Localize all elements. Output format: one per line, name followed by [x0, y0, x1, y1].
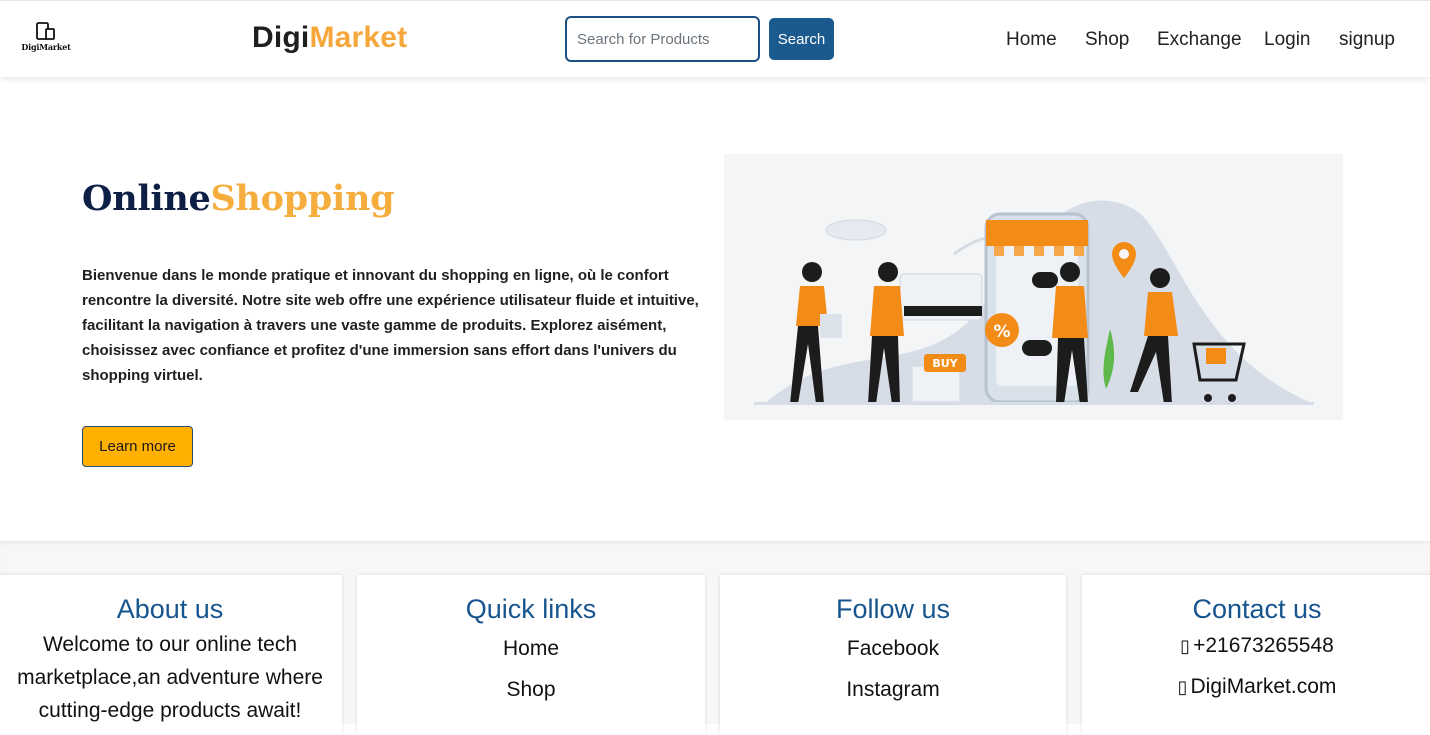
devices-icon — [36, 22, 55, 40]
instagram-link[interactable]: Instagram — [720, 669, 1066, 710]
about-card: About us Welcome to our online tech mark… — [0, 575, 342, 735]
contact-phone-row[interactable]: ▯ +21673265548 — [1082, 628, 1430, 665]
contact-website: DigiMarket.com — [1190, 675, 1337, 698]
brand-part-digi: Digi — [252, 21, 310, 54]
nav-home[interactable]: Home — [1006, 29, 1057, 51]
contact-heading: Contact us — [1192, 594, 1322, 624]
nav-shop[interactable]: Shop — [1085, 29, 1129, 51]
follow-heading: Follow us — [835, 594, 951, 624]
search-input[interactable] — [565, 16, 760, 62]
about-text-line-2: marketplace,an adventure where — [17, 666, 323, 689]
hero-description: Bienvenue dans le monde pratique et inno… — [82, 267, 699, 384]
about-text-line-1: Welcome to our online tech — [42, 633, 298, 656]
search-button[interactable]: Search — [769, 18, 834, 60]
svg-text:%: % — [993, 322, 1010, 342]
nav-login[interactable]: Login — [1264, 29, 1311, 51]
shopping-illustration: % BUY — [754, 200, 1314, 405]
nav-signup[interactable]: signup — [1339, 29, 1395, 51]
contact-card: Contact us ▯ +21673265548 ▯ DigiMarket.com — [1082, 575, 1430, 735]
phone-icon: ▯ — [1180, 636, 1191, 657]
hero-title: OnlineShopping — [82, 178, 395, 219]
about-heading: About us — [116, 594, 224, 624]
contact-phone: +21673265548 — [1193, 634, 1334, 657]
learn-more-button[interactable]: Learn more — [82, 426, 193, 467]
logo[interactable]: DigiMarket — [21, 21, 71, 61]
footer-link-shop[interactable]: Shop — [357, 669, 705, 710]
brand-name[interactable]: DigiMarket — [252, 21, 407, 55]
contact-website-row[interactable]: ▯ DigiMarket.com — [1082, 665, 1430, 710]
buy-badge-text: BUY — [932, 357, 958, 370]
facebook-link[interactable]: Facebook — [720, 628, 1066, 669]
brand-part-market: Market — [309, 21, 408, 54]
quick-links-heading: Quick links — [465, 594, 597, 624]
footer-link-home[interactable]: Home — [357, 628, 705, 669]
hero-title-online: Online — [82, 178, 211, 219]
quick-links-card: Quick links Home Shop — [357, 575, 705, 735]
follow-card: Follow us Facebook Instagram — [720, 575, 1066, 735]
globe-icon: ▯ — [1177, 677, 1188, 698]
hero-illustration: % BUY — [724, 154, 1343, 420]
top-navbar: DigiMarket DigiMarket Search Home Shop E… — [0, 0, 1430, 77]
logo-caption: DigiMarket — [21, 42, 71, 52]
about-text-line-3: cutting-edge products await! — [38, 699, 302, 722]
nav-exchange[interactable]: Exchange — [1157, 29, 1242, 51]
hero-title-shopping: Shopping — [210, 178, 395, 219]
